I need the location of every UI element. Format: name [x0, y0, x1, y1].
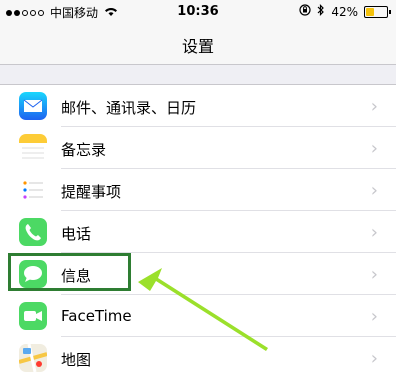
pointer-arrow-icon: [138, 268, 268, 351]
